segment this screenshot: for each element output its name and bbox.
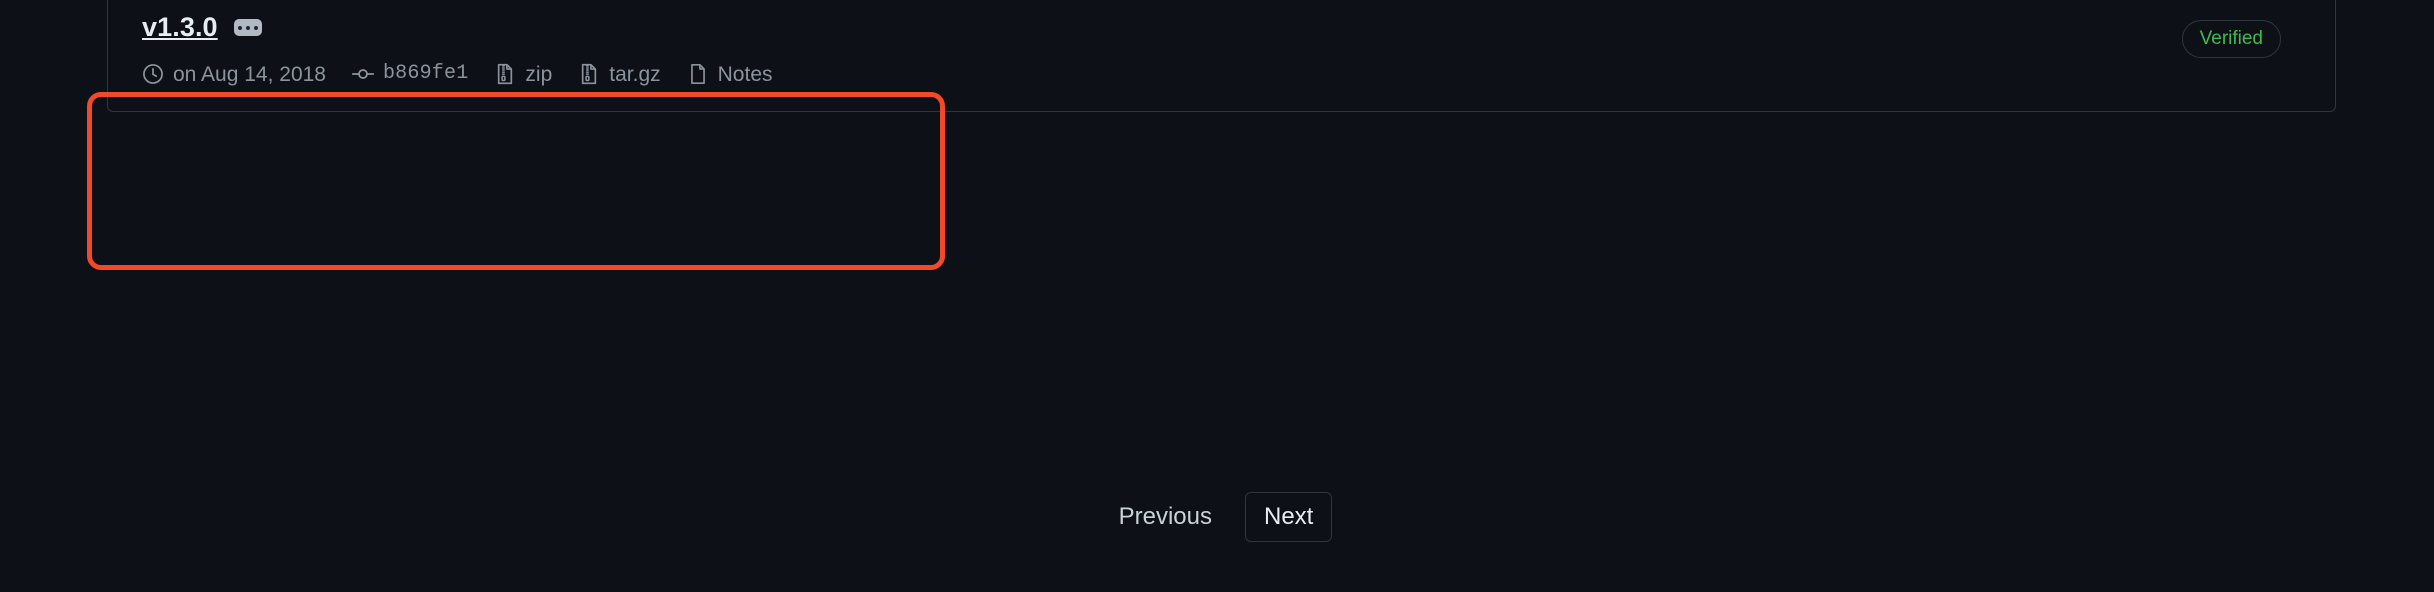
download-targz-link[interactable]: tar.gz: [578, 62, 661, 86]
file-zip-icon: [494, 63, 516, 85]
status-badge: Verified: [2181, 20, 2281, 58]
release-meta: on Aug 14, 2018 b869fe1 zip tar.gz Notes: [142, 63, 2182, 85]
next-page-button[interactable]: Next: [1245, 492, 1333, 542]
release-notes-label: Notes: [717, 62, 773, 86]
clock-icon: [142, 63, 164, 85]
release-title: v1.3.0: [142, 14, 2182, 41]
download-targz-label: tar.gz: [609, 62, 661, 86]
release-notes-link[interactable]: Notes: [687, 63, 773, 85]
pagination: Previous Next: [0, 492, 2434, 542]
release-date-label: on Aug 14, 2018: [173, 62, 326, 86]
releases-list: on Nov 24, 2019 15ced05: [107, 0, 2336, 112]
download-zip-label: zip: [525, 62, 553, 86]
release-date: on Aug 14, 2018: [142, 63, 326, 85]
release-commit-sha: b869fe1: [382, 62, 469, 85]
release-version-link[interactable]: v1.3.0: [142, 14, 218, 41]
file-zip-icon: [578, 63, 600, 85]
previous-page-button[interactable]: Previous: [1102, 492, 1229, 542]
kebab-horizontal-icon[interactable]: [233, 19, 262, 36]
highlight-annotation: [87, 92, 945, 270]
download-zip-link[interactable]: zip: [494, 63, 552, 85]
release-commit[interactable]: b869fe1: [351, 62, 469, 85]
release-row: v1.3.0 on Aug 14, 2018 b869fe1 zip tar.g…: [108, 0, 2335, 111]
releases-page: on Nov 24, 2019 15ced05: [0, 0, 2434, 592]
git-commit-icon: [351, 63, 374, 85]
file-icon: [687, 63, 709, 85]
